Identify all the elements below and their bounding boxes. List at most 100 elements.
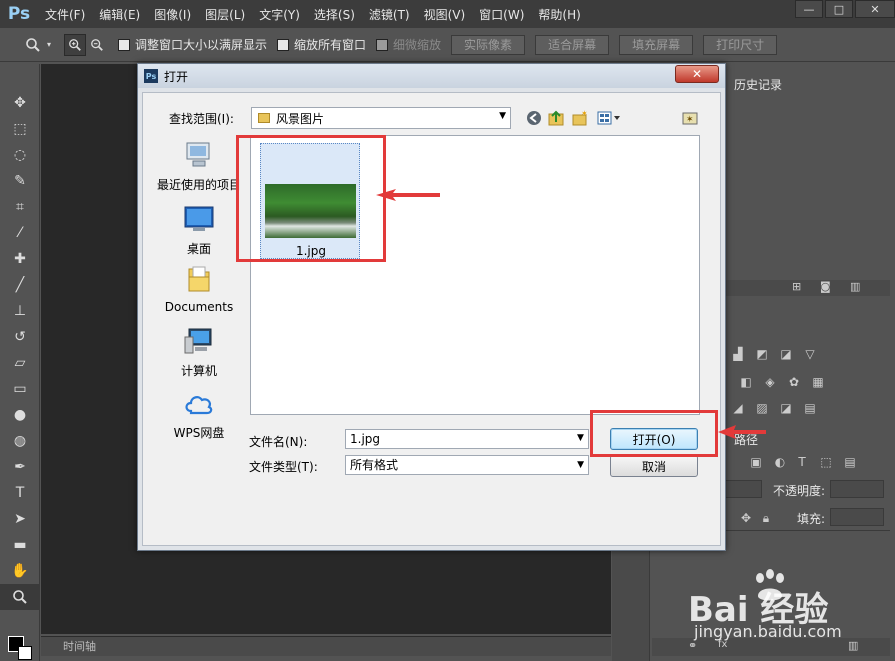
snapshot-camera-icon[interactable]: ◙ [820,280,831,293]
zoom-tool-icon[interactable] [22,34,44,56]
desktop-icon [184,206,214,231]
path-select-tool-icon[interactable]: ➤ [0,506,40,532]
fill-screen-button[interactable]: 填充屏幕 [619,34,694,55]
fit-screen-button[interactable]: 适合屏幕 [535,34,610,55]
lock-all-icon[interactable]: 🔒︎ [758,510,774,526]
new-folder-icon[interactable]: ✶ [571,109,589,127]
type-tool-icon[interactable]: T [0,480,40,506]
file-name-dropdown-icon[interactable]: ▼ [577,433,584,443]
move-tool-icon[interactable]: ✥ [0,90,40,116]
menu-layer[interactable]: 图层(L) [198,6,252,23]
lasso-tool-icon[interactable]: ◌ [0,142,40,168]
invert-icon[interactable]: ◢ [730,400,746,416]
actual-pixels-button[interactable]: 实际像素 [451,34,526,55]
layer-filter-adjust-icon[interactable]: ◐ [772,454,788,470]
menu-file[interactable]: 文件(F) [38,6,92,23]
brush-tool-icon[interactable]: ╱ [0,272,40,298]
photo-filter-icon[interactable]: ◈ [762,374,778,390]
menu-edit[interactable]: 编辑(E) [92,6,147,23]
up-folder-icon[interactable] [547,109,565,127]
shape-tool-icon[interactable]: ▬ [0,532,40,558]
back-icon[interactable] [525,109,543,127]
exposure-icon[interactable]: ◪ [778,346,794,362]
cancel-button[interactable]: 取消 [610,455,698,477]
history-panel [724,94,890,280]
zoom-out-icon[interactable] [86,34,108,56]
place-desktop[interactable]: 桌面 [153,205,245,257]
stamp-tool-icon[interactable]: ⊥ [0,298,40,324]
place-documents[interactable]: Documents [153,265,245,314]
minimize-button[interactable]: — [795,0,823,18]
svg-text:✶: ✶ [581,110,588,118]
blur-tool-icon[interactable]: ● [0,402,40,428]
background-color-swatch[interactable] [18,646,32,660]
color-balance-icon[interactable]: ◧ [738,374,754,390]
place-wps-cloud[interactable]: WPS网盘 [153,389,245,441]
place-documents-label: Documents [164,300,234,314]
place-computer[interactable]: 计算机 [153,327,245,379]
levels-icon[interactable]: ▟ [730,346,746,362]
eraser-tool-icon[interactable]: ▱ [0,350,40,376]
print-size-button[interactable]: 打印尺寸 [703,34,778,55]
hand-tool-icon[interactable]: ✋ [0,558,40,584]
file-name-input[interactable]: 1.jpg [345,429,589,449]
annotation-highlight-file [236,135,386,262]
adjustments-panel: ▟ ◩ ◪ ▽ ◧ ◈ ✿ ▦ ◢ ▨ ◪ ▤ [724,318,890,428]
place-recent[interactable]: 最近使用的项目 [153,141,245,193]
dialog-close-button[interactable]: ✕ [675,65,719,83]
view-menu-icon[interactable] [595,109,623,127]
close-window-button[interactable]: ✕ [855,0,895,18]
new-document-icon[interactable]: ⊞ [792,280,801,293]
look-in-combo[interactable]: 风景图片 ▼ [251,107,511,129]
zoom-in-icon[interactable] [64,33,86,56]
layer-filter-shape-icon[interactable]: ⬚ [818,454,834,470]
menu-window[interactable]: 窗口(W) [472,6,531,23]
opacity-field[interactable] [830,480,884,498]
annotation-highlight-open-button [590,410,718,457]
pen-tool-icon[interactable]: ✒ [0,454,40,480]
channel-mixer-icon[interactable]: ✿ [786,374,802,390]
menu-type[interactable]: 文字(Y) [252,6,307,23]
resize-windows-checkbox[interactable]: 调整窗口大小以满屏显示 [118,36,267,53]
marquee-tool-icon[interactable]: ⬚ [0,116,40,142]
place-recent-label: 最近使用的项目 [156,178,241,192]
menu-filter[interactable]: 滤镜(T) [362,6,417,23]
layer-filter-image-icon[interactable]: ▣ [748,454,764,470]
menu-image[interactable]: 图像(I) [147,6,198,23]
fill-field[interactable] [830,508,884,526]
history-brush-tool-icon[interactable]: ↺ [0,324,40,350]
timeline-tab[interactable]: 时间轴 [41,636,611,656]
quick-select-tool-icon[interactable]: ✎ [0,168,40,194]
dodge-tool-icon[interactable]: ◍ [0,428,40,454]
svg-text:✶: ✶ [686,115,694,125]
history-tab[interactable]: 历史记录 [728,76,789,94]
chevron-down-icon: ▼ [499,111,506,121]
photoshop-dialog-icon: Ps [144,69,158,83]
resize-windows-label: 调整窗口大小以满屏显示 [135,38,268,52]
menu-view[interactable]: 视图(V) [417,6,473,23]
threshold-icon[interactable]: ◪ [778,400,794,416]
selective-color-icon[interactable]: ▤ [802,400,818,416]
eyedropper-tool-icon[interactable]: ⁄ [0,220,40,246]
color-lookup-icon[interactable]: ▦ [810,374,826,390]
layer-filter-smart-icon[interactable]: ▤ [842,454,858,470]
zoom-tool-active-icon[interactable] [0,584,40,610]
trash-icon[interactable]: ▥ [850,280,860,293]
layer-filter-type-icon[interactable]: T [794,454,810,470]
tool-preset-chevron-icon[interactable]: ▾ [44,34,54,56]
scrubby-zoom-checkbox[interactable]: 细微缩放 [376,36,441,53]
healing-brush-tool-icon[interactable]: ✚ [0,246,40,272]
menu-help[interactable]: 帮助(H) [531,6,587,23]
lock-position-icon[interactable]: ✥ [738,510,754,526]
curves-icon[interactable]: ◩ [754,346,770,362]
maximize-button[interactable]: □ [825,0,853,18]
gradient-tool-icon[interactable]: ▭ [0,376,40,402]
gradient-map-icon[interactable]: ▽ [802,346,818,362]
posterize-icon[interactable]: ▨ [754,400,770,416]
zoom-all-checkbox[interactable]: 缩放所有窗口 [277,36,366,53]
bridge-star-icon[interactable]: ✶ [681,109,699,127]
menu-select[interactable]: 选择(S) [307,6,362,23]
file-type-select[interactable]: 所有格式 ▼ [345,455,589,475]
zoom-all-label: 缩放所有窗口 [294,38,367,52]
crop-tool-icon[interactable]: ⌗ [0,194,40,220]
